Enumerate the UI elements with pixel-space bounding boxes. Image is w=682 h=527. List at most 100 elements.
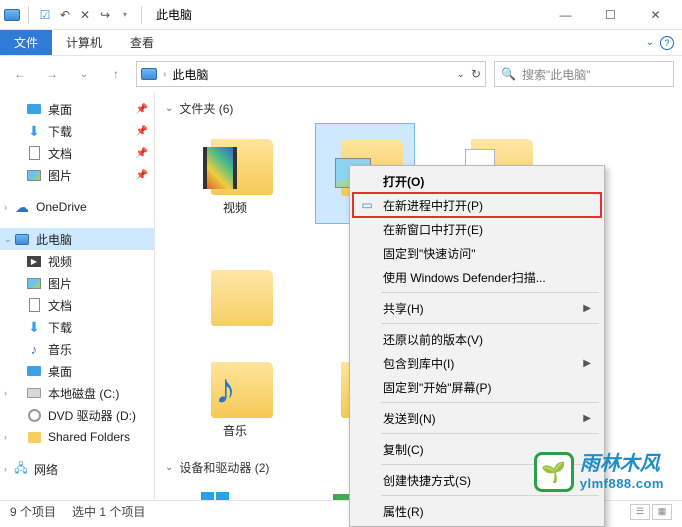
address-bar[interactable]: › 此电脑 ⌄ ↻ bbox=[136, 61, 486, 87]
search-input[interactable]: 🔍 搜索"此电脑" bbox=[494, 61, 674, 87]
qat-properties-icon[interactable]: ☑ bbox=[37, 7, 53, 23]
nav-dvd[interactable]: DVD 驱动器 (D:) bbox=[0, 404, 154, 426]
nav-thispc[interactable]: ⌄ 此电脑 bbox=[0, 228, 154, 250]
ctx-separator bbox=[381, 323, 599, 324]
chevron-icon[interactable]: › bbox=[4, 202, 7, 212]
pin-icon: 📌 bbox=[136, 148, 148, 159]
device-localdisk[interactable] bbox=[185, 482, 285, 502]
chevron-down-icon[interactable]: ⌄ bbox=[4, 234, 12, 245]
ctx-label: 在新窗口中打开(E) bbox=[383, 221, 483, 238]
ctx-pin-start[interactable]: 固定到"开始"屏幕(P) bbox=[353, 375, 601, 399]
ctx-restore[interactable]: 还原以前的版本(V) bbox=[353, 327, 601, 351]
minimize-button[interactable]: — bbox=[543, 0, 588, 30]
pin-icon: 📌 bbox=[136, 170, 148, 181]
watermark-logo-icon: 🌱 bbox=[534, 452, 574, 492]
maximize-button[interactable]: ☐ bbox=[588, 0, 633, 30]
ribbon-file-tab[interactable]: 文件 bbox=[0, 30, 52, 55]
watermark-text: 雨林木风 bbox=[580, 452, 664, 476]
watermark-url: ylmf888.com bbox=[580, 476, 664, 492]
nav-recent-button[interactable]: ⌄ bbox=[72, 62, 96, 86]
chevron-down-icon[interactable]: ⌄ bbox=[165, 103, 173, 114]
nav-network[interactable]: › 🖧 网络 bbox=[0, 458, 154, 480]
ctx-share[interactable]: 共享(H) ▶ bbox=[353, 296, 601, 320]
nav-up-button[interactable]: ↑ bbox=[104, 62, 128, 86]
nav-label: 图片 bbox=[48, 275, 72, 292]
nav-label: 此电脑 bbox=[36, 231, 72, 248]
ctx-label: 共享(H) bbox=[383, 300, 424, 317]
ctx-label: 还原以前的版本(V) bbox=[383, 331, 483, 348]
ctx-send-to[interactable]: 发送到(N)▶ bbox=[353, 406, 601, 430]
network-icon: 🖧 bbox=[14, 464, 28, 475]
breadcrumb-location[interactable]: 此电脑 bbox=[172, 66, 208, 83]
submenu-arrow-icon: ▶ bbox=[583, 358, 591, 369]
ribbon-tab-computer[interactable]: 计算机 bbox=[52, 30, 116, 55]
ctx-label: 使用 Windows Defender扫描... bbox=[383, 269, 546, 286]
address-dropdown-icon[interactable]: ⌄ bbox=[457, 69, 465, 80]
nav-video[interactable]: ▶视频 bbox=[0, 250, 154, 272]
qat-undo-icon[interactable]: ↶ bbox=[57, 7, 73, 23]
ribbon-tab-view[interactable]: 查看 bbox=[116, 30, 168, 55]
nav-forward-button[interactable]: → bbox=[40, 62, 64, 86]
ctx-open[interactable]: 打开(O) bbox=[353, 169, 601, 193]
ctx-include-library[interactable]: 包含到库中(I) ▶ bbox=[353, 351, 601, 375]
qat-customize-icon[interactable]: ▾ bbox=[117, 7, 133, 23]
ctx-open-new-window[interactable]: 在新窗口中打开(E) bbox=[353, 217, 601, 241]
refresh-icon[interactable]: ↻ bbox=[471, 67, 481, 81]
nav-label: 网络 bbox=[34, 461, 58, 478]
nav-desktop[interactable]: 桌面 bbox=[0, 360, 154, 382]
chevron-icon[interactable]: › bbox=[4, 464, 7, 474]
folder-video[interactable]: 视频 bbox=[185, 123, 285, 224]
nav-shared[interactable]: › Shared Folders bbox=[0, 426, 154, 448]
ribbon-help-icon[interactable]: ? bbox=[660, 36, 674, 50]
section-label: 文件夹 (6) bbox=[179, 100, 233, 117]
nav-onedrive[interactable]: ›☁OneDrive bbox=[0, 196, 154, 218]
chevron-down-icon[interactable]: ⌄ bbox=[165, 462, 173, 473]
status-selected-count: 选中 1 个项目 bbox=[72, 503, 145, 520]
ctx-label: 发送到(N) bbox=[383, 410, 436, 427]
view-details-button[interactable]: ☰ bbox=[630, 504, 650, 520]
chevron-icon[interactable]: › bbox=[4, 432, 7, 442]
folder-music[interactable]: ♪ 音乐 bbox=[185, 346, 285, 445]
music-icon: ♪ bbox=[26, 341, 42, 357]
nav-localdisk[interactable]: ›本地磁盘 (C:) bbox=[0, 382, 154, 404]
ctx-label: 在新进程中打开(P) bbox=[383, 197, 483, 214]
chevron-icon[interactable]: › bbox=[4, 388, 7, 398]
folder-downloads[interactable] bbox=[185, 254, 285, 332]
nav-quick-documents[interactable]: 文档 📌 bbox=[0, 142, 154, 164]
ctx-pin-quick[interactable]: 固定到"快速访问" bbox=[353, 241, 601, 265]
nav-label: 桌面 bbox=[48, 101, 72, 118]
nav-documents[interactable]: 文档 bbox=[0, 294, 154, 316]
nav-label: 视频 bbox=[48, 253, 72, 270]
section-folders[interactable]: ⌄ 文件夹 (6) bbox=[165, 100, 672, 117]
ctx-separator bbox=[381, 495, 599, 496]
qat-redo-icon[interactable]: ↪ bbox=[97, 7, 113, 23]
nav-quick-pictures[interactable]: 图片 📌 bbox=[0, 164, 154, 186]
ribbon-expand-icon[interactable]: ⌄ bbox=[646, 37, 654, 48]
qat-delete-icon[interactable]: ✕ bbox=[77, 7, 93, 23]
ctx-label: 复制(C) bbox=[383, 441, 424, 458]
nav-label: 图片 bbox=[48, 167, 72, 184]
ctx-separator bbox=[381, 433, 599, 434]
nav-label: Shared Folders bbox=[48, 430, 130, 444]
ctx-defender-scan[interactable]: 使用 Windows Defender扫描... bbox=[353, 265, 601, 289]
folder-label: 视频 bbox=[223, 199, 247, 216]
nav-music[interactable]: ♪音乐 bbox=[0, 338, 154, 360]
breadcrumb-chevron-icon[interactable]: › bbox=[163, 69, 166, 80]
ctx-open-new-process[interactable]: ▭在新进程中打开(P) bbox=[353, 193, 601, 217]
ctx-properties[interactable]: 属性(R) bbox=[353, 499, 601, 523]
nav-back-button[interactable]: ← bbox=[8, 62, 32, 86]
nav-quick-downloads[interactable]: ⬇下载📌 bbox=[0, 120, 154, 142]
ctx-label: 属性(R) bbox=[383, 503, 424, 520]
close-button[interactable]: ✕ bbox=[633, 0, 678, 30]
nav-label: 文档 bbox=[48, 145, 72, 162]
downloads-icon: ⬇ bbox=[26, 319, 42, 335]
titlebar: ☑ ↶ ✕ ↪ ▾ 此电脑 — ☐ ✕ bbox=[0, 0, 682, 30]
nav-label: DVD 驱动器 (D:) bbox=[48, 407, 136, 424]
nav-downloads[interactable]: ⬇下载 bbox=[0, 316, 154, 338]
view-icons-button[interactable]: ▦ bbox=[652, 504, 672, 520]
nav-quick-desktop[interactable]: 桌面📌 bbox=[0, 98, 154, 120]
nav-pictures[interactable]: 图片 bbox=[0, 272, 154, 294]
ctx-label: 包含到库中(I) bbox=[383, 355, 454, 372]
ctx-label: 固定到"快速访问" bbox=[383, 245, 476, 262]
submenu-arrow-icon: ▶ bbox=[583, 303, 591, 314]
